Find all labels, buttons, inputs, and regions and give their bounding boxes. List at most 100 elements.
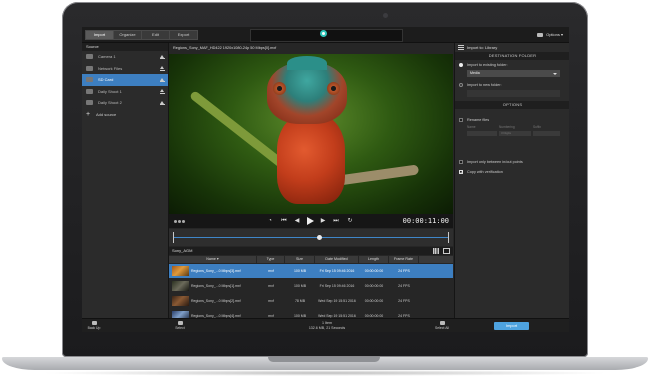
cell-type: mxf xyxy=(268,269,274,273)
app-window: Import Organize Edit Export Options ▾ So… xyxy=(82,27,569,332)
checkbox-icon[interactable] xyxy=(459,160,463,164)
eject-icon[interactable] xyxy=(159,77,165,82)
out-point-marker[interactable] xyxy=(448,232,449,243)
new-folder-label: Import to new folder: xyxy=(467,83,502,87)
play-icon[interactable] xyxy=(307,217,314,225)
step-back-icon[interactable]: ◀ xyxy=(294,218,300,224)
select-all-label: Select All xyxy=(435,326,449,330)
timeline-track[interactable] xyxy=(173,237,449,238)
cell-size: 100 MB xyxy=(293,284,307,288)
col-frame-rate[interactable]: Frame Rate xyxy=(389,256,419,263)
step-forward-icon[interactable]: ▶ xyxy=(320,218,326,224)
eject-icon[interactable] xyxy=(159,54,165,59)
drive-icon xyxy=(86,88,93,94)
rename-numbering-select[interactable]: 3 Digits xyxy=(499,131,531,136)
clip-thumbnail xyxy=(172,296,189,306)
source-list: Camera 1 Network Files SD Card Daily Shoot … xyxy=(82,51,168,109)
cell-size: 100 MB xyxy=(293,269,307,273)
eject-icon[interactable] xyxy=(159,66,165,71)
add-source-label: Add source xyxy=(96,111,117,117)
col-date[interactable]: Date Modified xyxy=(315,256,359,263)
existing-folder-select[interactable]: Media xyxy=(467,70,560,77)
col-name[interactable]: Name ▾ xyxy=(169,256,257,263)
tab-export[interactable]: Export xyxy=(169,30,198,40)
loop-icon[interactable]: ↻ xyxy=(347,218,353,224)
list-view-icon[interactable] xyxy=(443,248,450,254)
tab-edit[interactable]: Edit xyxy=(141,30,170,40)
skip-end-icon[interactable]: ⏭ xyxy=(333,218,339,224)
verify-option[interactable]: Copy with verification xyxy=(455,167,569,178)
table-row[interactable]: Regions_Sony_...0 Mbps[2].mxf mxf 78 MB Wed… xyxy=(169,294,453,308)
laptop-notch xyxy=(268,357,380,362)
cell-length: 00:00:00:00 xyxy=(364,269,384,273)
existing-folder-value: Media xyxy=(470,71,480,75)
in-out-option[interactable]: Import only between in/out points xyxy=(455,157,569,167)
table-row[interactable]: Regions_Sony_...0 Mbps[3].mxf mxf 100 MB Fr… xyxy=(169,264,453,278)
bottom-bar: Back Up Select 1 Item 132.6 MB, 21 Secon… xyxy=(82,318,569,332)
cell-type: mxf xyxy=(268,284,274,288)
selection-summary: 1 Item 132.6 MB, 21 Seconds xyxy=(282,321,372,330)
col-type[interactable]: Type xyxy=(257,256,285,263)
rename-suffix-input[interactable] xyxy=(533,131,560,136)
timeline[interactable] xyxy=(169,229,453,246)
table-row[interactable]: Regions_Sony_...0 Mbps[1].mxf mxf 100 MB Fr… xyxy=(169,279,453,293)
radio-icon[interactable] xyxy=(459,63,463,67)
tab-import[interactable]: Import xyxy=(85,30,114,40)
rename-name-label: Name xyxy=(467,125,476,129)
rename-numbering-label: Numbering xyxy=(499,125,515,129)
eject-icon[interactable] xyxy=(159,89,165,94)
import-to-label: Import to: Library xyxy=(467,45,498,50)
source-item[interactable]: SD Card xyxy=(82,74,168,86)
laptop-shadow xyxy=(40,370,610,376)
chameleon-crest xyxy=(287,56,327,70)
clip-title: Regions_Sony_MAF_HD422 1920x1080-24p 50 … xyxy=(173,46,277,50)
video-preview[interactable] xyxy=(169,54,453,214)
col-size[interactable]: Size xyxy=(285,256,315,263)
cell-size: 78 MB xyxy=(294,299,306,303)
tab-organize[interactable]: Organize xyxy=(113,30,142,40)
folder-bar: Sony_AGM xyxy=(169,247,453,255)
select-all-button[interactable]: Select All xyxy=(430,320,454,332)
source-item[interactable]: Camera 1 xyxy=(82,51,168,63)
source-item[interactable]: Daily Shoot 1 xyxy=(82,86,168,98)
select-label: Select xyxy=(175,326,185,330)
playhead[interactable] xyxy=(316,235,322,240)
chameleon-body xyxy=(277,114,345,204)
checkbox-icon[interactable] xyxy=(459,118,463,122)
import-button[interactable]: Import xyxy=(494,322,529,330)
cell-name: Regions_Sony_...0 Mbps[1].mxf xyxy=(191,284,241,288)
rename-files-option[interactable]: Rename files xyxy=(455,115,569,125)
speed-icon[interactable]: ◔ xyxy=(267,218,273,224)
radio-icon[interactable] xyxy=(459,83,463,87)
chevron-down-icon xyxy=(553,72,557,75)
clip-thumbnail xyxy=(172,266,189,276)
cell-date: Wed Sep 19 15:51 2016 xyxy=(318,299,356,303)
new-folder-option[interactable]: Import to new folder: xyxy=(455,80,569,90)
app-logo-icon xyxy=(320,30,327,37)
add-source-button[interactable]: + Add source xyxy=(82,109,168,120)
source-item-label: Daily Shoot 2 xyxy=(98,100,122,105)
rename-name-input[interactable] xyxy=(467,131,497,136)
plus-icon: + xyxy=(86,110,91,118)
menu-icon xyxy=(458,45,464,50)
source-item[interactable]: Daily Shoot 2 xyxy=(82,97,168,109)
select-button[interactable]: Select xyxy=(168,320,192,332)
cell-name: Regions_Sony_...0 Mbps[3].mxf xyxy=(191,269,241,273)
back-up-button[interactable]: Back Up xyxy=(82,320,106,332)
options-menu[interactable]: Options ▾ xyxy=(537,30,563,39)
source-item-label: Network Files xyxy=(98,65,123,71)
source-item[interactable]: Network Files xyxy=(82,63,168,75)
eject-icon[interactable] xyxy=(159,100,165,105)
clip-thumbnail xyxy=(172,281,189,291)
cell-date: Fri Sep 15 09:46 2016 xyxy=(319,269,355,273)
drive-icon xyxy=(86,100,93,105)
drive-icon xyxy=(86,54,93,59)
skip-start-icon[interactable]: ⏮ xyxy=(281,218,287,224)
in-point-marker[interactable] xyxy=(173,232,174,243)
col-length[interactable]: Length xyxy=(359,256,389,263)
import-to-header: Import to: Library xyxy=(455,43,569,52)
new-folder-input[interactable] xyxy=(467,90,560,97)
grid-view-icon[interactable] xyxy=(433,248,439,254)
checkbox-icon[interactable] xyxy=(459,168,464,178)
existing-folder-option[interactable]: Import to existing folder: xyxy=(455,60,569,70)
